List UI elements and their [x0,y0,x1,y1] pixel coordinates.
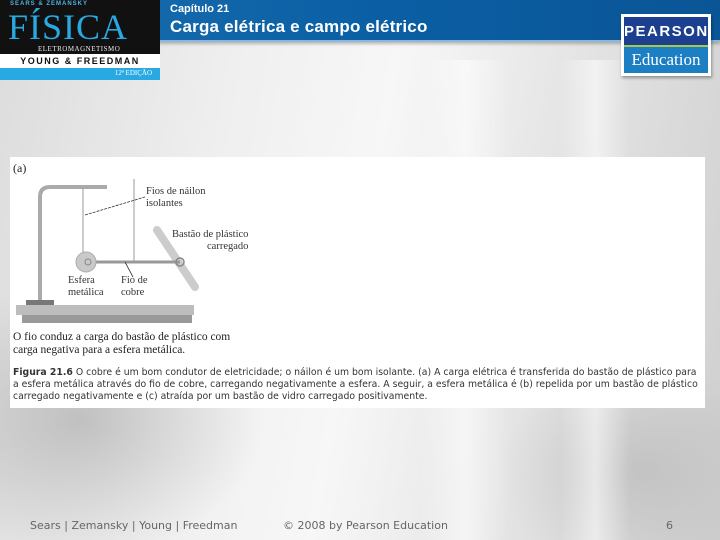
book-subtitle: ELETROMAGNETISMO [38,45,121,53]
figure-panel: (a) Fios de náilon isolantes Bastão de pl… [10,157,705,408]
page-number: 6 [666,519,673,532]
label-wire: Fio de cobre [121,275,148,298]
panel-label: (a) [13,161,27,175]
leader-line-nylon [84,196,146,216]
slide-title: Carga elétrica e campo elétrico [170,17,428,36]
label-sphere: Esfera metálica [68,275,104,298]
caption-text: O cobre é um bom condutor de eletricidad… [13,367,698,402]
table-leg [22,315,192,323]
footer-authors: Sears | Zemansky | Young | Freedman [30,519,238,532]
label-nylon: Fios de náilon isolantes [146,186,206,209]
pearson-logo: PEARSON Education [621,14,711,76]
book-edition-bar: 12ª EDIÇÃO [0,68,160,80]
label-rod: Bastão de plástico carregado [172,229,249,252]
figure-description: O fio conduz a carga do bastão de plásti… [13,331,231,356]
stand-base [26,300,54,305]
metal-sphere [75,251,97,273]
table-top [16,305,194,315]
figure-caption: Figura 21.6 O cobre é um bom condutor de… [13,367,703,403]
book-logo: SEARS & ZEMANSKY FÍSICA III ELETROMAGNET… [0,0,160,87]
book-authors: YOUNG & FREEDMAN [0,54,160,68]
pearson-logo-top: PEARSON [624,17,708,45]
book-edition: 12ª EDIÇÃO [114,69,152,77]
chapter-label: Capítulo 21 [170,3,230,15]
pearson-logo-bottom: Education [624,47,708,73]
caption-label: Figura 21.6 [13,367,73,378]
footer-copyright: © 2008 by Pearson Education [283,519,448,532]
